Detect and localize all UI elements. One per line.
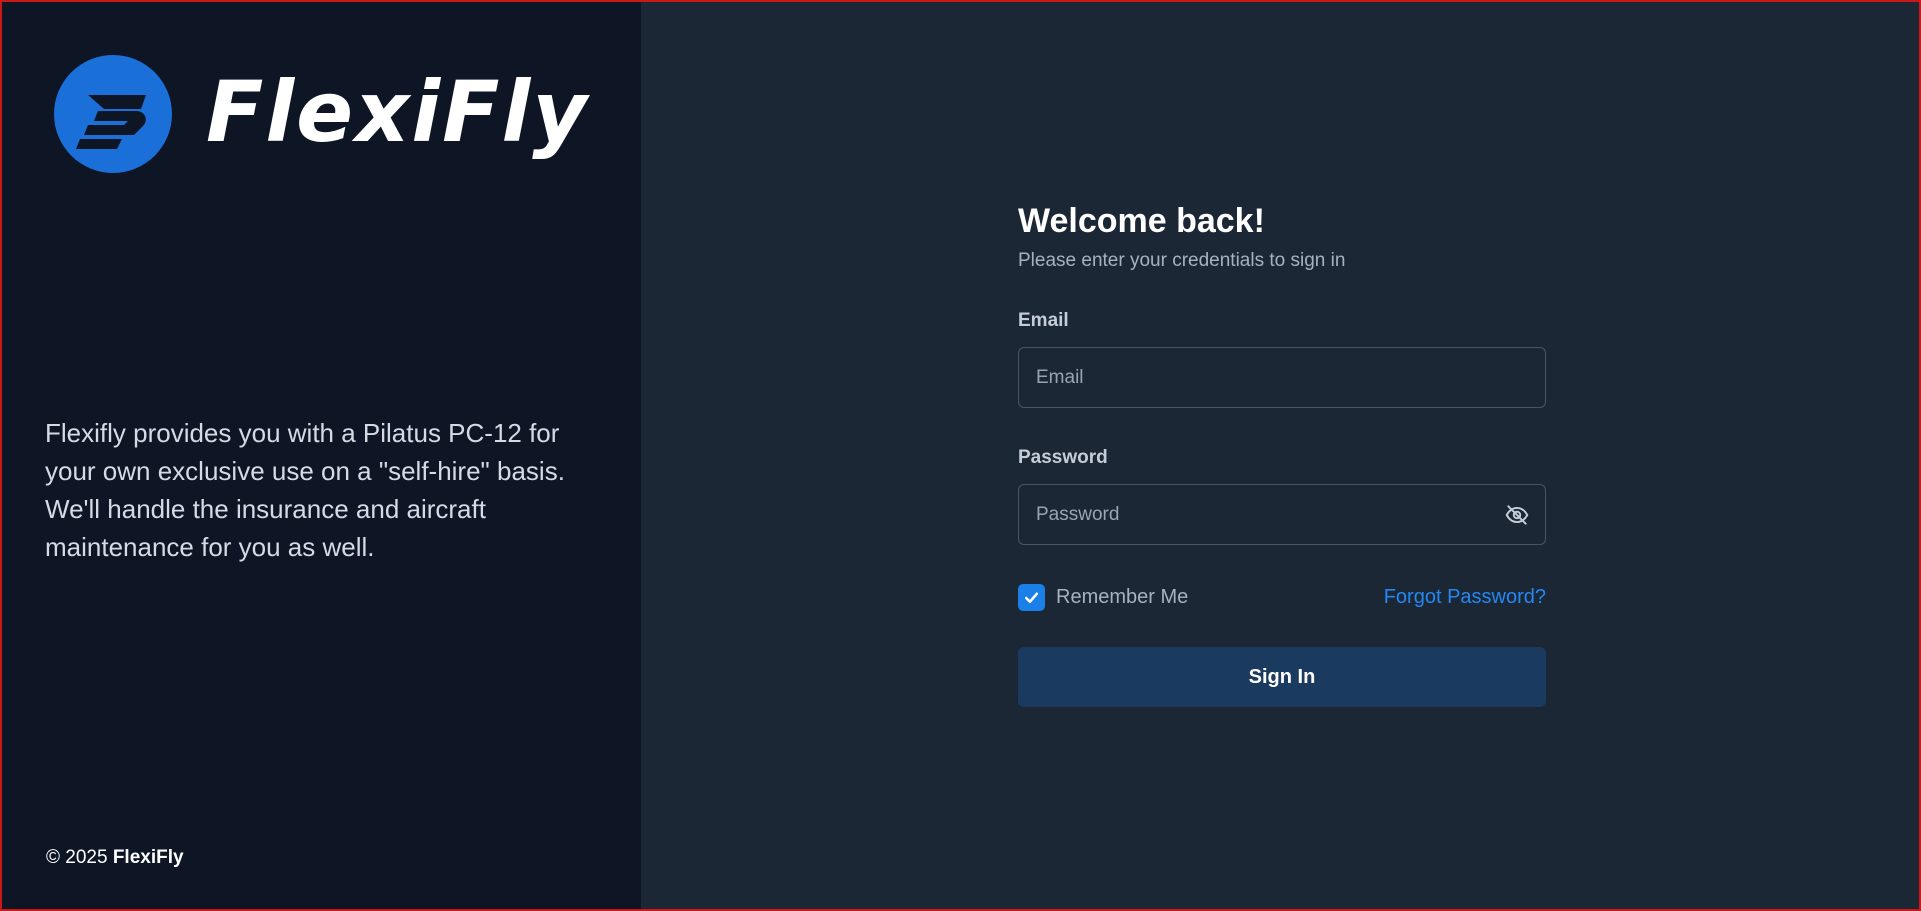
brand-panel: FlexiFly Flexifly provides you with a Pi… xyxy=(2,2,641,909)
page-subtitle: Please enter your credentials to sign in xyxy=(1018,250,1346,271)
email-label: Email xyxy=(1018,310,1069,331)
brand-name: FlexiFly xyxy=(206,63,590,161)
brand-logo: FlexiFly xyxy=(54,55,589,173)
page-title: Welcome back! xyxy=(1018,202,1265,240)
sign-in-button[interactable]: Sign In xyxy=(1018,647,1546,707)
password-field[interactable] xyxy=(1019,485,1545,544)
copyright: © 2025 FlexiFly xyxy=(46,847,184,869)
forgot-password-link[interactable]: Forgot Password? xyxy=(1384,586,1546,609)
eye-off-icon[interactable] xyxy=(1503,502,1531,528)
email-field-wrapper xyxy=(1018,347,1546,408)
login-area: Welcome back! Please enter your credenti… xyxy=(641,2,1919,909)
login-form: Welcome back! Please enter your credenti… xyxy=(1018,199,1546,707)
copyright-brand: FlexiFly xyxy=(112,847,184,868)
checkmark-icon xyxy=(1024,592,1039,603)
flexifly-logo-icon xyxy=(54,55,172,173)
remember-me[interactable]: Remember Me xyxy=(1018,583,1189,611)
password-field-wrapper xyxy=(1018,484,1546,545)
brand-tagline: Flexifly provides you with a Pilatus PC-… xyxy=(45,418,565,562)
remember-me-label: Remember Me xyxy=(1056,585,1189,608)
copyright-year: © 2025 xyxy=(46,847,108,868)
form-options: Remember Me Forgot Password? xyxy=(1018,583,1546,611)
login-page: FlexiFly Flexifly provides you with a Pi… xyxy=(0,0,1921,911)
email-field[interactable] xyxy=(1019,348,1545,407)
remember-me-checkbox[interactable] xyxy=(1018,583,1045,611)
password-label: Password xyxy=(1018,447,1108,468)
